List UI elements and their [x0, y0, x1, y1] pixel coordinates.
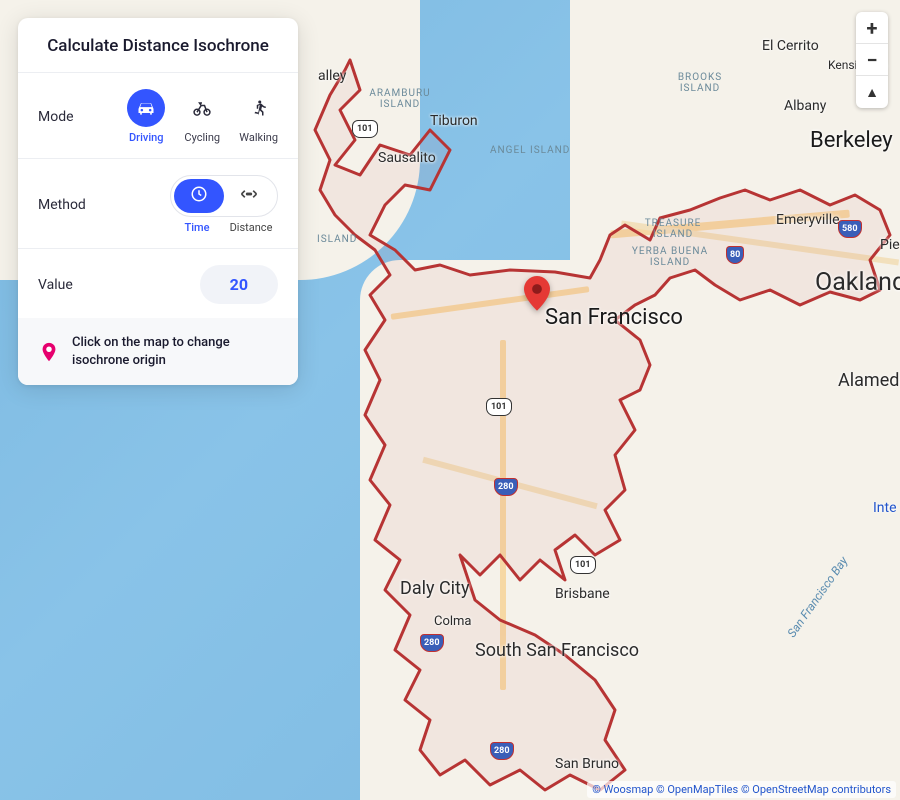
mode-label-walking: Walking	[239, 131, 278, 144]
attribution-omt[interactable]: © OpenMapTiles	[656, 783, 738, 796]
island-label-angel: ANGEL ISLAND	[490, 145, 570, 156]
compass-button[interactable]: ▲	[856, 76, 888, 108]
attribution-woosmap[interactable]: © Woosmap	[592, 783, 653, 796]
expand-icon	[239, 187, 259, 205]
mode-option-driving[interactable]: Driving	[127, 89, 165, 144]
walk-icon	[240, 89, 278, 127]
hint-row: Click on the map to change isochrone ori…	[18, 318, 298, 385]
mode-label-cycling: Cycling	[184, 131, 220, 144]
isochrone-panel: Calculate Distance Isochrone Mode Drivin…	[18, 18, 298, 385]
zoom-controls: + − ▲	[856, 12, 888, 108]
zoom-out-button[interactable]: −	[856, 44, 888, 76]
panel-title: Calculate Distance Isochrone	[18, 18, 298, 73]
mode-option-cycling[interactable]: Cycling	[183, 89, 221, 144]
value-row: Value 20	[18, 249, 298, 318]
method-row: Method Time	[18, 159, 298, 249]
mode-label-driving: Driving	[129, 131, 164, 144]
map-attribution: © Woosmap © OpenMapTiles © OpenStreetMap…	[587, 781, 896, 798]
car-icon	[127, 89, 165, 127]
land-mass	[820, 330, 900, 450]
bicycle-icon	[183, 89, 221, 127]
pin-icon	[38, 341, 60, 363]
hint-text: Click on the map to change isochrone ori…	[72, 334, 278, 369]
mode-option-walking[interactable]: Walking	[239, 89, 278, 144]
method-label-time: Time	[170, 221, 224, 234]
method-option-distance[interactable]	[224, 187, 274, 205]
method-label-distance: Distance	[224, 221, 278, 234]
attribution-osm[interactable]: © OpenStreetMap contributors	[741, 783, 891, 796]
city-label-tiburon: Tiburon	[430, 113, 478, 129]
mode-label: Mode	[38, 109, 110, 125]
mode-row: Mode Driving Cycling	[18, 73, 298, 159]
method-toggle[interactable]	[170, 175, 278, 217]
clock-icon	[190, 185, 208, 207]
land-mass	[360, 260, 690, 800]
value-label: Value	[38, 277, 110, 293]
map-canvas[interactable]: ANGEL ISLAND TREASURE ISLAND YERBA BUENA…	[0, 0, 900, 800]
zoom-in-button[interactable]: +	[856, 12, 888, 44]
method-option-time[interactable]	[174, 185, 224, 207]
value-input[interactable]: 20	[200, 265, 278, 304]
method-label: Method	[38, 197, 110, 213]
